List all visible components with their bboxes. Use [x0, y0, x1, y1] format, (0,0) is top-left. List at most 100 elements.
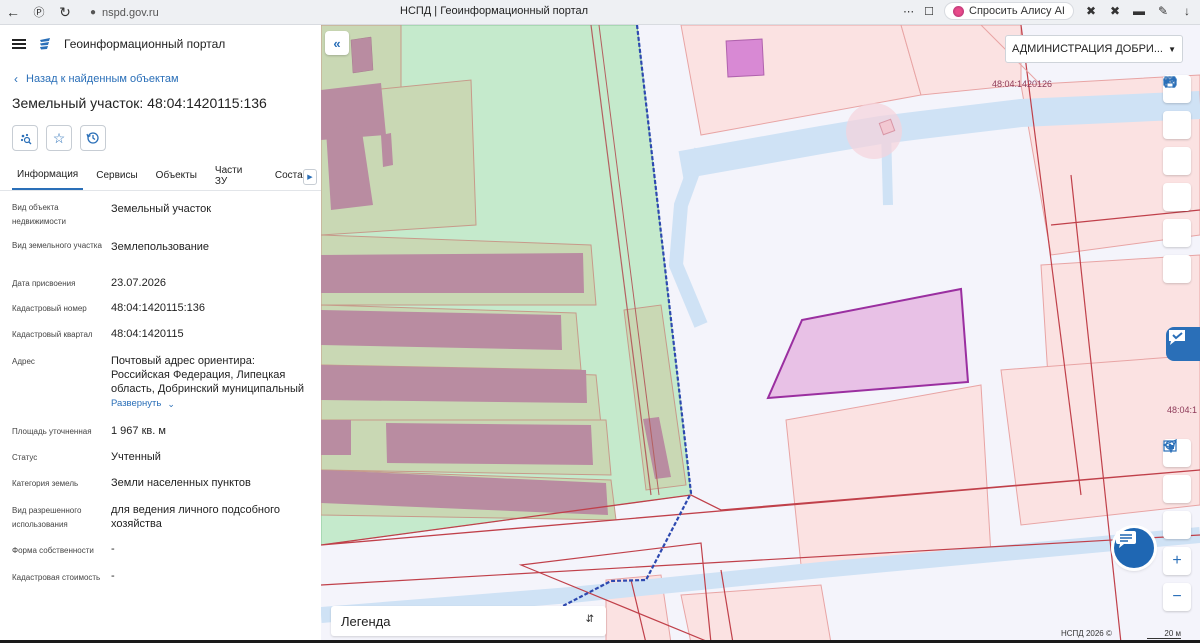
portal-logo-icon	[40, 38, 50, 50]
properties-list: Вид объекта недвижимости Земельный участ…	[0, 191, 321, 599]
property-label: Вид разрешенного использования	[12, 506, 82, 529]
print-button[interactable]	[1163, 76, 1191, 283]
locate-on-map-button[interactable]	[12, 125, 38, 151]
more-icon[interactable]: ⋯	[903, 5, 914, 18]
app-header: Геоинформационный портал	[0, 25, 321, 63]
app-title: Геоинформационный портал	[64, 37, 226, 51]
history-button[interactable]	[80, 125, 106, 151]
browser-toolbar: ← Ⓟ ↻ ● nspd.gov.ru НСПД | Геоинформацио…	[0, 0, 1200, 25]
legend-label: Легенда	[341, 613, 391, 629]
sidebar-panel: Геоинформационный портал ‹ Назад к найде…	[0, 25, 321, 643]
address-value: Почтовый адрес ориентира: Российская Фед…	[111, 355, 305, 395]
object-title: Земельный участок: 48:04:1420115:136	[12, 95, 267, 111]
administration-select-value: АДМИНИСТРАЦИЯ ДОБРИ...	[1012, 43, 1163, 55]
property-label: Кадастровый квартал	[12, 330, 93, 339]
plus-icon: +	[1172, 552, 1182, 569]
list-item: Кадастровый номер 48:04:1420115:136	[12, 300, 321, 326]
property-value: Земли населенных пунктов	[111, 477, 251, 489]
map-nav-toolbar: + −	[1163, 439, 1191, 619]
administration-select[interactable]: АДМИНИСТРАЦИЯ ДОБРИ... ▼	[1005, 35, 1183, 63]
list-item: Кадастровый квартал 48:04:1420115	[12, 326, 321, 353]
extension-icon[interactable]: ✖	[1108, 4, 1122, 18]
property-value: 23.07.2026	[111, 277, 167, 289]
alice-button[interactable]: Спросить Алису AI	[944, 2, 1074, 20]
printer-icon	[1164, 76, 1176, 88]
wallet-icon[interactable]: ▬	[1132, 4, 1146, 18]
list-item: Площадь уточненная 1 967 кв. м	[12, 423, 321, 449]
download-icon[interactable]: ↓	[1180, 4, 1194, 18]
property-label: Категория земель	[12, 479, 79, 488]
caret-down-icon: ▼	[1168, 45, 1176, 54]
property-label: Кадастровый номер	[12, 304, 87, 313]
cadastral-label: 48:04:1420126	[992, 79, 1053, 89]
property-value: Земельный участок	[111, 203, 212, 215]
tab-services[interactable]: Сервисы	[91, 161, 142, 190]
locate-icon	[20, 133, 32, 145]
property-value: -	[111, 570, 115, 582]
chevron-left-icon: ‹	[14, 72, 18, 86]
list-item: Вид объекта недвижимости Земельный участ…	[12, 199, 321, 237]
star-icon: ☆	[52, 129, 66, 146]
minus-icon: −	[1172, 588, 1182, 605]
yandex-icon[interactable]: Ⓟ	[26, 1, 52, 23]
reload-icon[interactable]: ↻	[52, 1, 78, 23]
url-text[interactable]: nspd.gov.ru	[102, 7, 159, 19]
expand-label: Развернуть	[111, 398, 162, 409]
property-value: 48:04:1420115:136	[111, 302, 205, 314]
map-layers[interactable]	[321, 25, 1200, 643]
expand-address-button[interactable]: Развернуть ⌄	[111, 397, 311, 411]
select-area-button[interactable]	[1163, 76, 1191, 175]
chevron-down-icon: ⌄	[167, 399, 175, 409]
map-canvas[interactable]: « АДМИНИСТРАЦИЯ ДОБРИ... ▼ 48:04:1420126…	[321, 25, 1200, 643]
site-info-icon[interactable]: ●	[90, 7, 96, 18]
property-value: для ведения личного подсобного хозяйства	[111, 504, 281, 530]
tab-objects[interactable]: Объекты	[151, 161, 202, 190]
list-item: Категория земель Земли населенных пункто…	[12, 475, 321, 502]
property-value: Землепользование	[111, 241, 210, 253]
collapse-panel-button[interactable]: «	[325, 31, 349, 55]
property-label: Форма собственности	[12, 546, 94, 555]
legend-toggle[interactable]: Легенда ⇵	[331, 606, 606, 636]
favorite-button[interactable]: ☆	[46, 125, 72, 151]
zoom-in-button[interactable]: +	[1163, 547, 1191, 575]
history-map-button[interactable]	[1163, 76, 1191, 211]
extensions-puzzle-icon[interactable]: ✎	[1156, 4, 1170, 18]
tabs-scroll-right-button[interactable]: ▶	[303, 169, 317, 185]
geolocation-button[interactable]	[1163, 440, 1191, 539]
map-scale: 20 м	[1147, 629, 1181, 639]
menu-icon[interactable]	[12, 39, 26, 49]
alice-icon	[953, 5, 965, 17]
info-tabs: Информация Сервисы Объекты Части ЗУ Сост…	[0, 161, 321, 191]
property-value: 1 967 кв. м	[111, 425, 166, 437]
back-arrow-icon[interactable]: ←	[0, 1, 26, 23]
address-bar[interactable]: ● nspd.gov.ru	[90, 3, 159, 22]
tab-information[interactable]: Информация	[12, 161, 84, 190]
list-item: Вид разрешенного использования для веден…	[12, 502, 321, 542]
list-item: Дата присвоения 23.07.2026	[12, 275, 321, 300]
list-item: Вид земельного участка Землепользование	[12, 237, 321, 275]
property-label: Площадь уточненная	[12, 427, 92, 436]
share-button[interactable]	[1163, 76, 1191, 247]
property-label: Адрес	[12, 357, 35, 366]
map-toolbar	[1163, 75, 1191, 291]
extension-icon[interactable]: ✖	[1084, 4, 1098, 18]
list-item: Форма собственности -	[12, 542, 321, 569]
back-to-results-link[interactable]: ‹ Назад к найденным объектам	[0, 71, 321, 87]
list-item: Кадастровая стоимость -	[12, 569, 321, 599]
map-credit: НСПД 2026 ©	[1061, 629, 1112, 638]
gosuslugi-icon	[1169, 330, 1185, 345]
cadastral-label: 48:04:1	[1167, 405, 1198, 415]
chat-button[interactable]	[1114, 528, 1154, 568]
list-item: Адрес Почтовый адрес ориентира: Российск…	[12, 353, 321, 423]
tab-parts[interactable]: Части ЗУ	[210, 161, 262, 190]
ruler-button[interactable]	[1163, 78, 1191, 139]
minimap-button[interactable]	[1163, 440, 1191, 503]
bookmark-icon[interactable]: ☐	[924, 5, 934, 18]
property-value: -	[111, 543, 115, 555]
list-item: Статус Учтенный	[12, 449, 321, 475]
chevron-updown-icon: ⇵	[585, 614, 594, 625]
page-tab-title: НСПД | Геоинформационный портал	[400, 5, 589, 17]
zoom-out-button[interactable]: −	[1163, 583, 1191, 611]
gosuslugi-widget-button[interactable]	[1166, 327, 1200, 361]
property-value: 48:04:1420115	[111, 328, 184, 340]
